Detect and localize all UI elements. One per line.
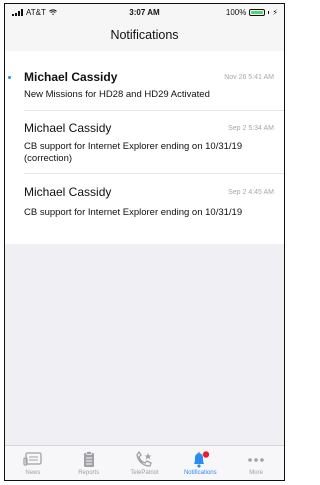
tab-label: Notifications xyxy=(183,470,217,476)
telepatriot-icon xyxy=(136,451,153,467)
status-bar: AT&T 3:07 AM 100% ⚡ xyxy=(5,8,284,20)
battery-icon xyxy=(249,9,266,16)
phone-screen: AT&T 3:07 AM 100% ⚡ Notifications Michae… xyxy=(4,3,285,481)
notification-time: Nov 26 5:41 AM xyxy=(224,74,274,81)
tab-label: Reports xyxy=(78,470,100,476)
notification-message: CB support for Internet Explorer ending … xyxy=(24,207,243,218)
tab-label: More xyxy=(249,470,263,476)
reports-icon xyxy=(83,451,94,467)
notification-item[interactable]: Michael Cassidy Sep 2 4:45 AM CB support… xyxy=(5,174,284,240)
empty-area xyxy=(5,244,284,448)
tab-label: TelePatriot xyxy=(130,470,159,476)
tab-more[interactable]: More xyxy=(228,446,284,480)
tab-bar: News Reports TelePatriot Notifications M… xyxy=(5,445,284,480)
notification-sender: Michael Cassidy xyxy=(24,70,118,84)
more-icon xyxy=(248,458,264,462)
notification-time: Sep 2 5:34 AM xyxy=(228,125,274,132)
notification-message: New Missions for HD28 and HD29 Activated xyxy=(24,89,210,100)
badge-dot xyxy=(203,451,210,458)
tab-telepatriot[interactable]: TelePatriot xyxy=(117,446,173,480)
tab-reports[interactable]: Reports xyxy=(61,446,117,480)
tab-news[interactable]: News xyxy=(5,446,61,480)
notification-list: Michael Cassidy Nov 26 5:41 AM New Missi… xyxy=(5,51,284,244)
unread-dot xyxy=(8,76,11,79)
notification-time: Sep 2 4:45 AM xyxy=(228,189,274,196)
notification-message: CB support for Internet Explorer ending … xyxy=(24,141,243,164)
bell-icon xyxy=(194,451,210,468)
tab-label: News xyxy=(25,470,41,476)
battery-percent: 100% xyxy=(225,8,247,17)
notification-item[interactable]: Michael Cassidy Sep 2 5:34 AM CB support… xyxy=(5,111,284,172)
tab-notifications[interactable]: Notifications xyxy=(172,446,228,480)
notification-item[interactable]: Michael Cassidy Nov 26 5:41 AM New Missi… xyxy=(5,51,284,109)
news-icon xyxy=(23,452,42,466)
notification-sender: Michael Cassidy xyxy=(24,185,112,199)
notification-sender: Michael Cassidy xyxy=(24,121,112,135)
header: AT&T 3:07 AM 100% ⚡ Notifications xyxy=(5,4,284,52)
page-title: Notifications xyxy=(110,28,179,42)
charging-icon: ⚡ xyxy=(272,8,278,17)
